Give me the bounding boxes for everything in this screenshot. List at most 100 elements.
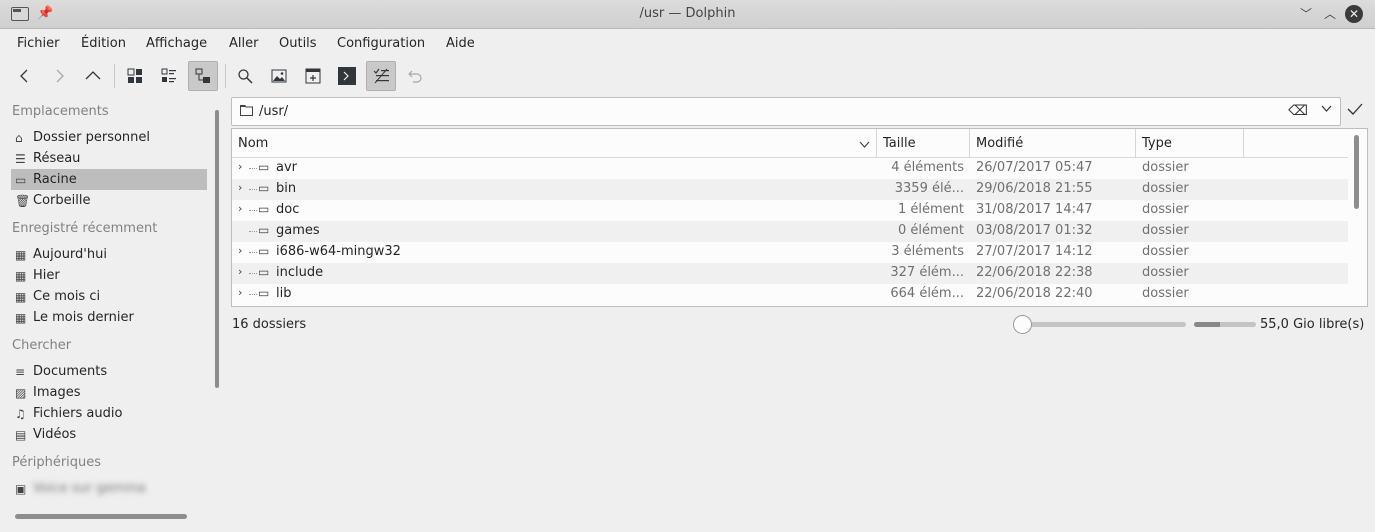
icons-view-button[interactable] [120,61,150,91]
tree-line [249,231,257,232]
place-documents[interactable]: ≡ Documents [11,361,207,382]
column-modifie[interactable]: Modifié [970,129,1136,158]
expand-chevron-icon[interactable]: › [238,181,242,194]
window-title: /usr — Dolphin [639,6,736,21]
sidebar-horizontal-scrollbar[interactable] [15,514,187,519]
calendar-icon: ▦ [15,289,27,304]
expand-chevron-icon[interactable]: › [238,160,242,173]
place-label: Dossier personnel [33,130,151,145]
location-bar[interactable]: /usr/ ⌫ [231,97,1341,126]
location-path[interactable]: /usr/ [259,104,288,119]
free-space-bar-fill [1194,322,1221,327]
file-list-scrollbar[interactable] [1354,135,1359,209]
search-button[interactable] [230,61,260,91]
column-type[interactable]: Type [1136,129,1244,158]
home-icon: ⌂ [15,130,23,145]
search-icon [238,69,253,84]
sidebar-vertical-scrollbar[interactable] [215,110,219,388]
table-row[interactable]: › ▭ i686-w64-mingw32 3 éléments 27/07/20… [232,242,1348,263]
place-ce-mois-ci[interactable]: ▦ Ce mois ci [11,286,207,307]
preview-icon [271,69,287,83]
select-mode-button[interactable] [366,61,396,91]
section-title-emplacements: Emplacements [12,104,109,119]
menu-affichage[interactable]: Affichage [146,36,207,51]
expand-chevron-icon[interactable]: › [238,202,242,215]
column-label: Nom [238,136,269,151]
zoom-slider-handle[interactable] [1013,315,1032,334]
minimize-button[interactable]: ﹀ [1297,5,1315,23]
trash-icon: 🗑 [15,193,31,208]
file-type: dossier [1142,223,1189,238]
menu-aller[interactable]: Aller [229,36,258,51]
checkmark-icon [1347,103,1363,115]
place-label: Racine [33,172,77,187]
maximize-button[interactable]: ︿ [1321,5,1339,23]
back-icon [20,69,28,83]
up-button[interactable] [78,61,108,91]
file-name: bin [276,181,297,196]
chevron-down-icon[interactable] [1321,103,1332,117]
file-size: 1 élément [897,202,964,217]
menu-outils[interactable]: Outils [279,36,317,51]
place-device[interactable]: ▣ Voice sur gemma [11,478,207,499]
details-view-button[interactable] [188,61,218,91]
drive-icon: ▣ [15,481,27,496]
column-taille[interactable]: Taille [877,129,970,158]
calendar-icon: ▦ [15,268,27,283]
place-label: Vidéos [33,427,77,442]
menu-fichier[interactable]: Fichier [17,36,60,51]
place-videos[interactable]: ▤ Vidéos [11,424,207,445]
table-row[interactable]: › ▭ lib 664 élém... 22/06/2018 22:40 dos… [232,284,1348,305]
expand-chevron-icon[interactable]: › [238,265,242,278]
tree-line [249,189,257,190]
place-label: Documents [33,364,108,379]
column-nom[interactable]: Nom [232,129,877,158]
menu-configuration[interactable]: Configuration [337,36,425,51]
table-row[interactable]: › ▭ doc 1 élément 31/08/2017 14:47 dossi… [232,200,1348,221]
undo-button[interactable] [400,61,430,91]
tree-line [249,210,257,211]
split-button[interactable] [298,61,328,91]
place-racine[interactable]: ▭ Racine [11,169,207,190]
table-row[interactable]: ▭ games 0 élément 03/08/2017 01:32 dossi… [232,221,1348,242]
table-row[interactable]: › ▭ include 327 élém... 22/06/2018 22:38… [232,263,1348,284]
place-label: Images [33,385,81,400]
place-label: Aujourd'hui [33,247,107,262]
clear-icon[interactable]: ⌫ [1288,103,1308,119]
place-aujourdhui[interactable]: ▦ Aujourd'hui [11,244,207,265]
preview-button[interactable] [264,61,294,91]
expand-chevron-icon[interactable]: › [238,244,242,257]
place-le-mois-dernier[interactable]: ▦ Le mois dernier [11,307,207,328]
place-fichiers-audio[interactable]: ♫ Fichiers audio [11,403,207,424]
menu-edition[interactable]: Édition [81,36,126,51]
section-title-peripheriques: Périphériques [12,455,102,470]
forward-button[interactable] [44,61,74,91]
compact-view-icon [161,68,176,83]
expand-chevron-icon[interactable]: › [238,286,242,299]
file-type: dossier [1142,181,1189,196]
back-button[interactable] [10,61,40,91]
terminal-button[interactable] [332,61,362,91]
calendar-icon: ▦ [15,247,27,262]
menu-aide[interactable]: Aide [446,36,475,51]
document-icon: ≡ [15,364,26,379]
folder-icon: ▭ [258,265,270,279]
folder-icon: ▭ [15,172,27,187]
up-icon [85,71,101,80]
video-icon: ▤ [15,427,27,442]
place-corbeille[interactable]: 🗑 Corbeille [11,190,207,211]
file-type: dossier [1142,244,1189,259]
free-space-bar [1194,322,1256,327]
place-dossier-personnel[interactable]: ⌂ Dossier personnel [11,127,207,148]
close-button[interactable]: ✕ [1345,5,1363,23]
place-reseau[interactable]: ☰ Réseau [11,148,207,169]
place-hier[interactable]: ▦ Hier [11,265,207,286]
compact-view-button[interactable] [154,61,184,91]
confirm-location-button[interactable] [1347,101,1363,121]
zoom-slider-track[interactable] [1022,322,1186,327]
table-row[interactable]: › ▭ avr 4 éléments 26/07/2017 05:47 doss… [232,158,1348,179]
sort-chevron-icon [859,129,870,158]
place-label: Fichiers audio [33,406,123,421]
place-images[interactable]: ▨ Images [11,382,207,403]
table-row[interactable]: › ▭ bin 3359 élé... 29/06/2018 21:55 dos… [232,179,1348,200]
